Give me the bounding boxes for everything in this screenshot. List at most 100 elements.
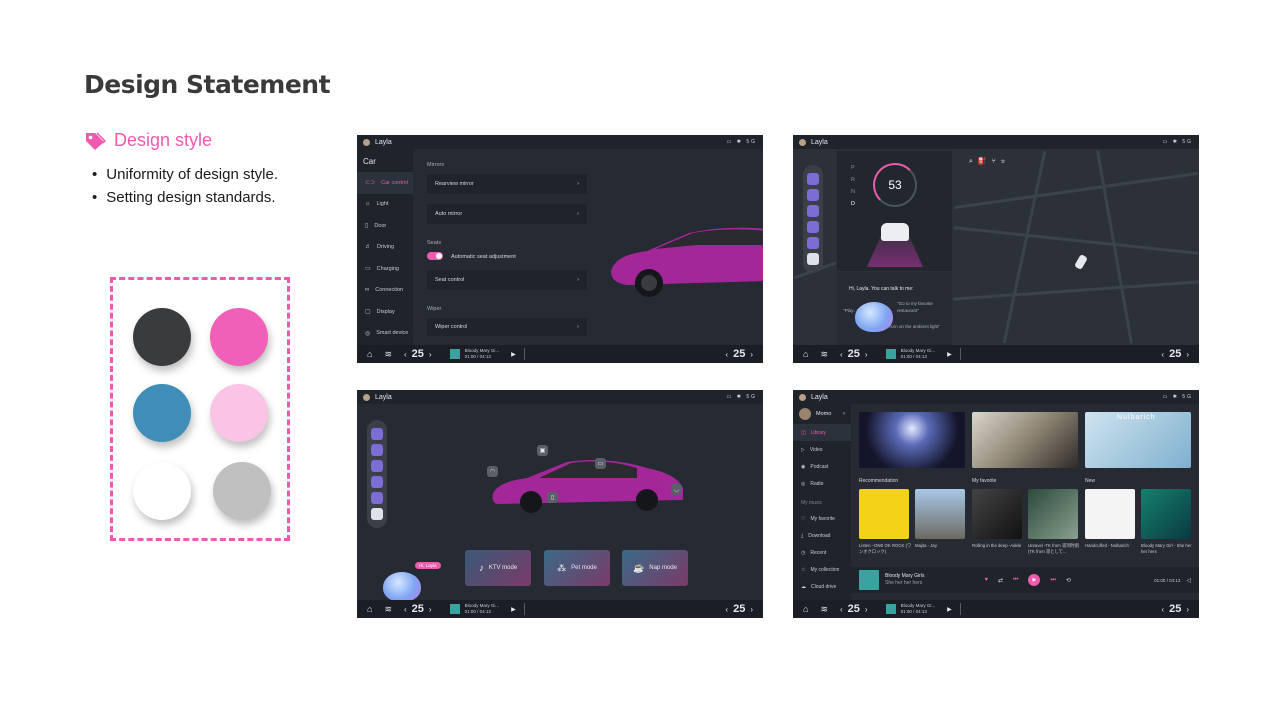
gas-station-icon[interactable]: ⛽ [978,158,992,165]
temp-increase-icon[interactable]: › [429,350,432,359]
avatar[interactable] [363,138,370,146]
sidebar-item-car-control[interactable]: ⊂⊃ Car control [357,172,413,194]
album-thumbnail[interactable] [885,604,896,614]
suggestion-item[interactable]: "Go to my favorite restaurant" [897,300,941,314]
music-user[interactable]: Momo › [793,404,851,424]
assistant-avatar[interactable] [383,572,421,602]
fan-icon[interactable]: ≋ [820,349,828,360]
trunk-icon[interactable]: ◡ [671,484,682,495]
sidebar-item-my-favorite[interactable]: ♡ My favorite [793,510,851,527]
album-cover[interactable] [972,489,1022,539]
play-icon[interactable]: ▶ [947,351,952,358]
album-thumbnail[interactable] [449,604,460,614]
dock-app-icon[interactable] [807,205,819,217]
album-cover[interactable] [1028,489,1078,539]
temp-increase-icon[interactable]: › [1186,350,1189,359]
home-icon[interactable]: ⌂ [367,604,372,614]
fan-icon[interactable]: ≋ [384,349,392,360]
album-cover[interactable] [1085,489,1135,539]
dock-app-icon[interactable] [807,173,819,185]
sidebar-item-driving[interactable]: ♬ Driving [357,237,413,259]
apps-grid-icon[interactable] [807,253,819,265]
home-icon[interactable]: ⌂ [367,349,372,359]
play-icon[interactable]: ▶ [947,606,952,613]
avatar[interactable] [363,393,370,401]
album-thumbnail[interactable] [449,349,460,359]
fan-icon[interactable]: ≋ [820,604,828,615]
assistant-avatar[interactable] [855,302,893,332]
sidebar-item-download[interactable]: ⤓ Download [793,527,851,544]
lock-icon[interactable]: ▣ [537,445,548,456]
nap-mode-card[interactable]: ☕ Nap mode [622,550,688,586]
sidebar-item-podcast[interactable]: ◉ Podcast [793,458,851,475]
fan-icon[interactable]: ≋ [384,604,392,615]
sidebar-item-smart-device[interactable]: ◎ Smart device [357,323,413,345]
dock-app-icon[interactable] [807,221,819,233]
album-cover[interactable] [915,489,965,539]
dock-app-icon[interactable] [371,476,383,488]
sidebar-item-display[interactable]: ▢ Display [357,301,413,323]
play-icon[interactable]: ▶ [511,606,516,613]
temp-increase-icon[interactable]: › [750,605,753,614]
ktv-mode-card[interactable]: ♪ KTV mode [465,550,531,586]
previous-icon[interactable]: ⏮ [1013,577,1018,584]
sidebar-item-cloud-drive[interactable]: ☁ Cloud drive [793,578,851,595]
sidebar-item-radio[interactable]: ◎ Radio [793,475,851,492]
temp-increase-icon[interactable]: › [865,350,868,359]
dock-app-icon[interactable] [371,444,383,456]
search-icon[interactable]: ⌕ [969,158,978,165]
temp-increase-icon[interactable]: › [865,605,868,614]
play-icon[interactable]: ▶ [511,351,516,358]
home-icon[interactable]: ⌂ [803,349,808,359]
temp-decrease-icon[interactable]: ‹ [404,605,407,614]
sidebar-item-video[interactable]: ▷ Video [793,441,851,458]
avatar[interactable] [799,138,806,146]
shuffle-icon[interactable]: ⇄ [998,577,1003,584]
rearview-mirror-row[interactable]: Rearview mirror › [427,174,587,194]
home-icon[interactable]: ⌂ [803,604,808,614]
temp-increase-icon[interactable]: › [429,605,432,614]
sidebar-item-connection[interactable]: ∞ Connection [357,280,413,302]
dock-app-icon[interactable] [371,460,383,472]
temp-decrease-icon[interactable]: ‹ [1161,605,1164,614]
dock-app-icon[interactable] [371,428,383,440]
hood-icon[interactable]: ◠ [487,466,498,477]
dock-app-icon[interactable] [807,237,819,249]
sidebar-item-light[interactable]: ☼ Light [357,194,413,216]
sidebar-item-door[interactable]: ▯ Door [357,215,413,237]
auto-seat-toggle[interactable] [427,252,443,260]
dock-app-icon[interactable] [807,189,819,201]
temp-decrease-icon[interactable]: ‹ [725,605,728,614]
window-icon[interactable]: ▭ [595,458,606,469]
wiper-control-row[interactable]: Wiper control › [427,318,587,336]
door-icon[interactable]: ▯ [547,492,558,503]
favorite-banner[interactable] [972,412,1078,468]
temp-increase-icon[interactable]: › [750,350,753,359]
temp-decrease-icon[interactable]: ‹ [725,350,728,359]
repeat-icon[interactable]: ⟲ [1066,577,1071,584]
avatar[interactable] [799,393,806,401]
suggestion-item[interactable]: "Turn on the ambient light" [887,324,940,329]
sidebar-item-library[interactable]: ◫ Library [793,424,851,441]
sidebar-item-charging[interactable]: ▭ Charging [357,258,413,280]
temp-increase-icon[interactable]: › [1186,605,1189,614]
player-album-thumbnail[interactable] [859,570,879,590]
recommendation-banner[interactable] [859,412,965,468]
temp-decrease-icon[interactable]: ‹ [840,350,843,359]
temp-decrease-icon[interactable]: ‹ [840,605,843,614]
volume-icon[interactable]: ◁ [1186,577,1191,584]
apps-grid-icon[interactable] [371,508,383,520]
pet-mode-card[interactable]: ⁂ Pet mode [544,550,610,586]
auto-mirror-row[interactable]: Auto mirror › [427,204,587,224]
album-cover[interactable] [1141,489,1191,539]
new-banner[interactable]: Nulbarich [1085,412,1191,468]
temp-decrease-icon[interactable]: ‹ [1161,350,1164,359]
dock-app-icon[interactable] [371,492,383,504]
temp-decrease-icon[interactable]: ‹ [404,350,407,359]
next-icon[interactable]: ⏭ [1050,577,1055,584]
sidebar-item-recent[interactable]: ◷ Recent [793,544,851,561]
star-icon[interactable]: ☆ [1001,158,1010,165]
album-thumbnail[interactable] [885,349,896,359]
sidebar-item-my-collection[interactable]: ☆ My collection [793,561,851,578]
album-cover[interactable] [859,489,909,539]
